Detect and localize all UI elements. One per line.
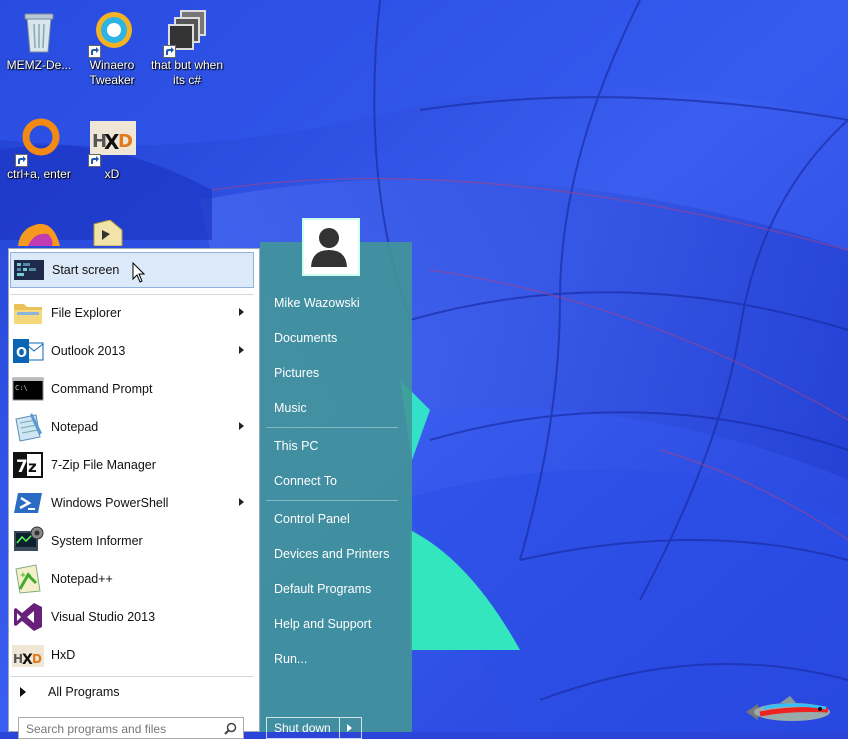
desktop-icon-memz[interactable]: MEMZ-De...	[0, 8, 78, 73]
start-item-notepad[interactable]: Notepad	[10, 410, 254, 444]
separator	[10, 294, 254, 295]
desktop-icon-winaero-tweaker[interactable]: Winaero Tweaker	[73, 8, 151, 88]
submenu-arrow-icon	[239, 422, 244, 430]
right-link-control-panel[interactable]: Control Panel	[274, 512, 350, 526]
desktop-icon-label: MEMZ-De...	[6, 58, 72, 72]
search-placeholder: Search programs and files	[26, 722, 167, 736]
start-item-notepadplusplus[interactable]: ++ Notepad++	[10, 562, 254, 596]
svg-text:O: O	[16, 346, 27, 361]
start-item-label: HxD	[51, 648, 76, 662]
right-link-devices-and-printers[interactable]: Devices and Printers	[274, 547, 389, 561]
right-link-help-and-support[interactable]: Help and Support	[274, 617, 371, 631]
svg-text:D: D	[118, 131, 133, 152]
folder-icon	[12, 297, 44, 329]
start-item-label: Visual Studio 2013	[51, 610, 156, 624]
right-link-pictures[interactable]: Pictures	[274, 366, 319, 380]
shortcut-arrow-icon	[88, 154, 101, 167]
fish-desktop-pet-icon	[746, 696, 830, 721]
start-item-windows-powershell[interactable]: Windows PowerShell	[10, 486, 254, 520]
desktop-icon-ctrl-a-enter[interactable]: ctrl+a, enter	[0, 117, 78, 182]
visual-studio-icon	[12, 601, 44, 633]
right-link-default-programs[interactable]: Default Programs	[274, 582, 371, 596]
user-silhouette-icon	[304, 220, 354, 270]
separator	[266, 427, 398, 428]
separator	[266, 500, 398, 501]
powershell-icon	[12, 487, 44, 519]
7zip-icon: 7z	[12, 449, 44, 481]
all-programs-button[interactable]: All Programs	[10, 680, 254, 704]
start-item-label: System Informer	[51, 534, 143, 548]
expand-arrow-icon	[20, 687, 26, 697]
start-item-label: Windows PowerShell	[51, 496, 169, 510]
hxd-icon: HXD	[12, 639, 44, 671]
start-item-system-informer[interactable]: System Informer	[10, 524, 254, 558]
desktop-icon-label: that but when its c#	[150, 58, 224, 87]
notepadplusplus-icon: ++	[12, 563, 44, 595]
start-item-label: Outlook 2013	[51, 344, 126, 358]
start-item-hxd[interactable]: HXD HxD	[10, 638, 254, 672]
recycle-bin-icon	[24, 13, 54, 53]
system-informer-icon	[12, 525, 44, 557]
start-item-label: Notepad	[51, 420, 99, 434]
start-item-label: File Explorer	[51, 306, 122, 320]
start-item-label: Command Prompt	[51, 382, 153, 396]
shortcut-arrow-icon	[88, 45, 101, 58]
search-programs-input[interactable]: Search programs and files	[18, 717, 244, 739]
desktop-icon-label: ctrl+a, enter	[7, 167, 71, 181]
shutdown-options-arrow-icon[interactable]	[347, 724, 352, 732]
notepad-icon	[12, 411, 44, 443]
start-item-outlook-2013[interactable]: O Outlook 2013	[10, 334, 254, 368]
right-link-run[interactable]: Run...	[274, 652, 307, 666]
mouse-cursor-icon	[132, 262, 146, 283]
right-link-user-folder[interactable]: Mike Wazowski	[274, 296, 360, 310]
right-link-documents[interactable]: Documents	[274, 331, 337, 345]
shortcut-arrow-icon	[15, 154, 28, 167]
shutdown-label: Shut down	[274, 721, 331, 735]
right-link-connect-to[interactable]: Connect To	[274, 474, 337, 488]
svg-text:C:\: C:\	[15, 384, 28, 392]
svg-text:++: ++	[20, 571, 32, 579]
start-item-7zip-file-manager[interactable]: 7z 7-Zip File Manager	[10, 448, 254, 482]
all-programs-label: All Programs	[48, 685, 120, 699]
search-icon	[224, 722, 237, 735]
svg-text:D: D	[32, 652, 42, 666]
submenu-arrow-icon	[239, 308, 244, 316]
shutdown-button[interactable]: Shut down	[266, 717, 362, 739]
user-account-picture[interactable]	[302, 218, 360, 276]
start-item-label: Start screen	[52, 263, 120, 277]
start-item-file-explorer[interactable]: File Explorer	[10, 296, 254, 330]
start-item-label: Notepad++	[51, 572, 113, 586]
start-item-command-prompt[interactable]: C:\ Command Prompt	[10, 372, 254, 406]
submenu-arrow-icon	[239, 498, 244, 506]
outlook-icon: O	[12, 335, 44, 367]
right-link-music[interactable]: Music	[274, 401, 307, 415]
desktop-icon-label: xD	[104, 167, 120, 181]
command-prompt-icon: C:\	[12, 373, 44, 405]
start-item-visual-studio-2013[interactable]: Visual Studio 2013	[10, 600, 254, 634]
svg-text:z: z	[28, 458, 37, 476]
right-link-this-pc[interactable]: This PC	[274, 439, 318, 453]
start-item-label: 7-Zip File Manager	[51, 458, 156, 472]
svg-text:7: 7	[16, 457, 28, 477]
desktop-icon-label: Winaero Tweaker	[89, 58, 135, 87]
separator	[10, 676, 254, 677]
start-screen-icon	[13, 254, 45, 286]
shortcut-arrow-icon	[163, 45, 176, 58]
desktop-icon-that-but-when-its-csharp[interactable]: that but when its c#	[148, 8, 226, 88]
submenu-arrow-icon	[239, 346, 244, 354]
shutdown-divider	[339, 718, 340, 738]
desktop-icon-xd[interactable]: H X D xD	[73, 117, 151, 182]
